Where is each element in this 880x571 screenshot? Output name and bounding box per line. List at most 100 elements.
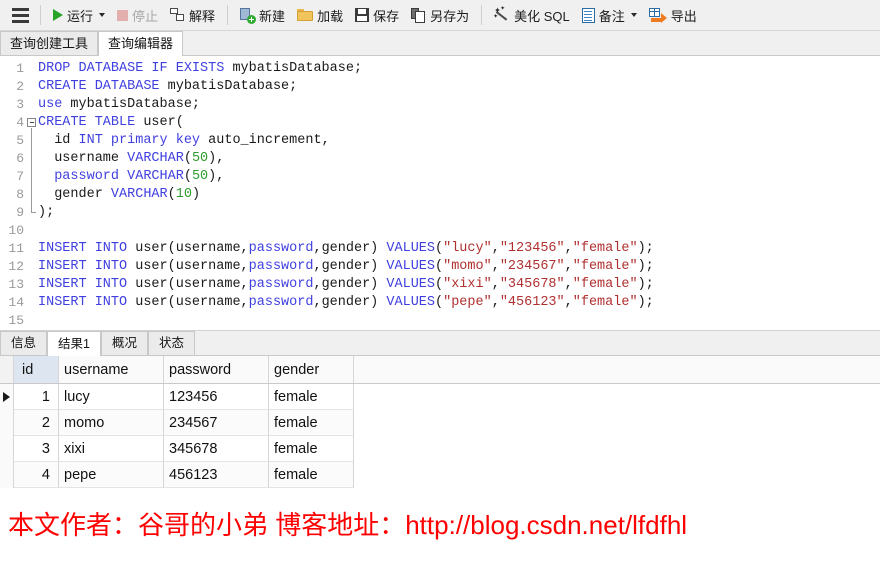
cell-username[interactable]: pepe — [59, 462, 164, 488]
code-token: "234567" — [499, 259, 565, 274]
cell-gender[interactable]: female — [269, 462, 354, 488]
tab-profile[interactable]: 概况 — [100, 331, 148, 355]
code-token: user — [143, 115, 176, 130]
code-token: INSERT INTO — [38, 277, 128, 292]
tab-status[interactable]: 状态 — [147, 331, 195, 355]
code-token: "456123" — [499, 295, 565, 310]
run-button[interactable]: 运行 — [48, 3, 110, 27]
fold-collapse-icon[interactable] — [27, 118, 36, 127]
main-toolbar: 运行 停止 解释 新建 加载 保存 另存为 ✦ ✦ ✦ 美化 SQL 备注 导出 — [0, 0, 880, 31]
cell-username[interactable]: lucy — [59, 384, 164, 410]
chevron-down-icon[interactable] — [99, 13, 106, 17]
save-as-button[interactable]: 另存为 — [406, 3, 474, 27]
code-token: VARCHAR — [110, 187, 168, 202]
cell-password[interactable]: 456123 — [164, 462, 269, 488]
code-line-text: INSERT INTO user(username,password,gende… — [38, 276, 654, 294]
cell-password[interactable]: 123456 — [164, 384, 269, 410]
code-token: ), — [208, 169, 225, 184]
cell-gender[interactable]: female — [269, 410, 354, 436]
code-line-text: CREATE TABLE user( — [38, 114, 654, 132]
code-line: 9); — [0, 204, 654, 222]
result-tab-strip: 信息 结果1 概况 状态 — [0, 330, 880, 356]
table-row[interactable]: 2 momo 234567 female — [0, 410, 880, 436]
explain-icon — [170, 8, 185, 22]
code-line-text — [38, 312, 654, 330]
result-data-grid[interactable]: id username password gender 1 lucy 123456 f… — [0, 356, 880, 488]
cell-id[interactable]: 1 — [14, 384, 59, 410]
chevron-down-icon[interactable] — [630, 13, 637, 17]
table-row[interactable]: 3 xixi 345678 female — [0, 436, 880, 462]
toolbar-separator — [40, 5, 41, 25]
code-token: use — [38, 97, 63, 112]
cell-id[interactable]: 3 — [14, 436, 59, 462]
watermark-text: 本文作者：谷哥的小弟 博客地址：http://blog.csdn.net/lfd… — [8, 510, 688, 540]
cell-password[interactable]: 234567 — [164, 410, 269, 436]
beautify-sql-button[interactable]: ✦ ✦ ✦ 美化 SQL — [489, 3, 575, 27]
code-token: mybatisDatabase; — [224, 61, 363, 76]
comment-doc-icon — [581, 7, 595, 23]
code-token: id — [38, 133, 79, 148]
column-header-gender[interactable]: gender — [269, 356, 354, 383]
fold-gutter[interactable] — [24, 114, 38, 146]
cell-gender[interactable]: female — [269, 384, 354, 410]
load-button-label: 加载 — [317, 8, 344, 24]
cell-username[interactable]: xixi — [59, 436, 164, 462]
comment-button[interactable]: 备注 — [577, 3, 642, 27]
explain-button[interactable]: 解释 — [165, 3, 220, 27]
code-token: CREATE DATABASE — [38, 79, 160, 94]
code-line: 10 — [0, 222, 654, 240]
tab-query-builder[interactable]: 查询创建工具 — [0, 31, 99, 55]
code-token: CREATE TABLE — [38, 115, 136, 130]
cell-username[interactable]: momo — [59, 410, 164, 436]
code-line: 1 DROP DATABASE IF EXISTS mybatisDatabase… — [0, 60, 654, 78]
tab-info[interactable]: 信息 — [0, 331, 48, 355]
stop-button-label: 停止 — [132, 8, 159, 24]
sql-code-editor[interactable]: 1 DROP DATABASE IF EXISTS mybatisDatabase… — [0, 56, 880, 330]
code-token: password — [248, 259, 314, 274]
line-number: 3 — [16, 97, 24, 112]
stop-button[interactable]: 停止 — [112, 3, 163, 27]
save-button-label: 保存 — [373, 8, 400, 24]
line-number: 4 — [16, 115, 24, 130]
cell-id[interactable]: 4 — [14, 462, 59, 488]
cell-password[interactable]: 345678 — [164, 436, 269, 462]
tab-query-editor[interactable]: 查询编辑器 — [98, 31, 184, 56]
cell-gender[interactable]: female — [269, 436, 354, 462]
code-line: 5 id INT primary key auto_increment, — [0, 132, 654, 150]
sql-editor-window: 运行 停止 解释 新建 加载 保存 另存为 ✦ ✦ ✦ 美化 SQL 备注 导出… — [0, 0, 880, 571]
fold-gutter — [24, 168, 38, 186]
cell-id[interactable]: 2 — [14, 410, 59, 436]
code-token: INSERT INTO — [38, 241, 128, 256]
code-token: user(username, — [127, 295, 249, 310]
row-selector-cell[interactable] — [0, 462, 14, 488]
floppy-save-icon — [355, 8, 370, 22]
code-token: DROP DATABASE IF EXISTS — [38, 61, 225, 76]
row-selector-cell[interactable] — [0, 410, 14, 436]
fold-gutter — [24, 258, 38, 276]
code-line-text: DROP DATABASE IF EXISTS mybatisDatabase; — [38, 60, 654, 78]
row-selector-cell[interactable] — [0, 436, 14, 462]
tab-result-1[interactable]: 结果1 — [47, 331, 101, 356]
code-token: ); — [637, 277, 654, 292]
table-row[interactable]: 4 pepe 456123 female — [0, 462, 880, 488]
hamburger-menu-icon[interactable] — [6, 4, 34, 26]
code-token: 10 — [175, 187, 192, 202]
row-selector-cell[interactable] — [0, 384, 14, 410]
code-line-text — [38, 222, 654, 240]
column-header-id[interactable]: id — [14, 356, 59, 383]
code-token: ( — [435, 295, 444, 310]
code-token: ) — [191, 187, 201, 202]
grid-body: 1 lucy 123456 female 2 momo 234567 female 3 xixi 3… — [0, 384, 880, 488]
export-button[interactable]: 导出 — [644, 3, 702, 27]
code-token: , — [564, 259, 573, 274]
code-token: ,gender) — [313, 277, 387, 292]
load-button[interactable]: 加载 — [292, 3, 348, 27]
column-header-password[interactable]: password — [164, 356, 269, 383]
line-number: 7 — [16, 169, 24, 184]
save-button[interactable]: 保存 — [350, 3, 404, 27]
code-token: ); — [38, 205, 55, 220]
table-row[interactable]: 1 lucy 123456 female — [0, 384, 880, 410]
new-button[interactable]: 新建 — [235, 3, 290, 27]
column-header-username[interactable]: username — [59, 356, 164, 383]
sql-code-content[interactable]: 1 DROP DATABASE IF EXISTS mybatisDatabase… — [0, 60, 654, 330]
